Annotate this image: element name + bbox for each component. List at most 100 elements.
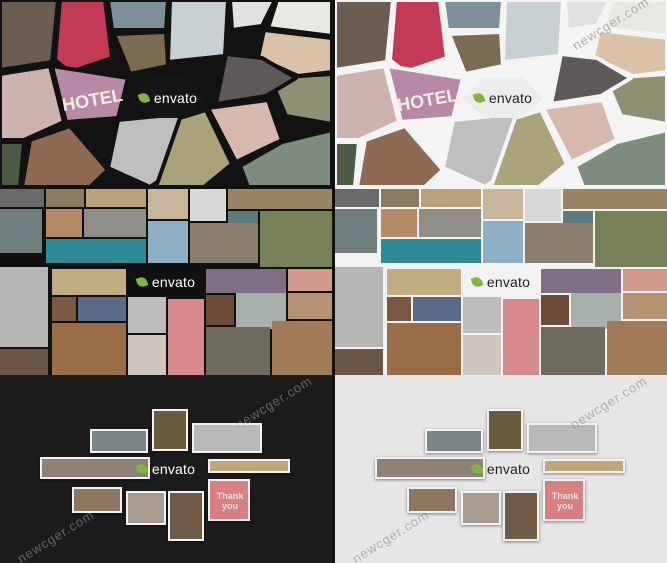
photo-tile bbox=[260, 211, 332, 267]
watermark: newcger.com bbox=[232, 375, 315, 433]
photo-tile bbox=[381, 209, 417, 237]
photo-tile bbox=[525, 223, 593, 263]
photo-tile bbox=[623, 269, 667, 291]
photo-tile bbox=[168, 299, 204, 375]
photo-tile bbox=[525, 189, 561, 221]
photo-tile bbox=[46, 189, 84, 207]
jacket-shard bbox=[53, 0, 114, 74]
photo-tile bbox=[206, 269, 286, 293]
photo-tile bbox=[90, 429, 148, 453]
preview-sheet: envato HOTEL envato HOTEL newcger.com en… bbox=[0, 0, 667, 563]
photo-tile bbox=[381, 239, 481, 263]
logo-text: envato bbox=[488, 90, 533, 106]
logo-text: envato bbox=[486, 274, 531, 290]
photo-tile bbox=[288, 269, 332, 291]
envato-logo: envato bbox=[128, 269, 204, 295]
photo-tile bbox=[527, 423, 597, 453]
photo-tile bbox=[190, 189, 226, 221]
camera-shard bbox=[335, 0, 395, 72]
road-shard bbox=[447, 30, 505, 76]
photo-tile bbox=[190, 223, 258, 263]
envato-logo: envato bbox=[465, 459, 537, 479]
photo-tile bbox=[52, 323, 126, 375]
photo-tile bbox=[52, 269, 126, 295]
photo-tile bbox=[463, 335, 501, 375]
photo-tile bbox=[335, 189, 379, 207]
photo-tile bbox=[543, 459, 625, 473]
photo-tile bbox=[0, 267, 48, 347]
leaf-icon bbox=[470, 462, 484, 476]
leaf-icon bbox=[135, 275, 149, 289]
photo-tile bbox=[228, 189, 332, 209]
shatter-panel-dark: envato HOTEL bbox=[0, 0, 332, 187]
photo-tile bbox=[72, 487, 122, 513]
envato-logo: envato bbox=[463, 269, 539, 295]
mosaic-panel-dark: envato bbox=[0, 187, 332, 375]
logo-text: envato bbox=[486, 461, 531, 477]
watermark: newcger.com bbox=[567, 375, 650, 433]
envato-logo: envato bbox=[130, 78, 206, 118]
photo-tile bbox=[483, 189, 523, 219]
photo-tile bbox=[487, 409, 523, 451]
photo-tile bbox=[623, 293, 667, 319]
mosaic-panel-light: envato bbox=[335, 187, 667, 375]
photo-tile bbox=[84, 209, 146, 237]
photo-tile bbox=[126, 491, 166, 525]
photo-tile bbox=[413, 297, 461, 321]
photo-tile bbox=[463, 297, 501, 333]
photo-tile bbox=[483, 221, 523, 263]
photo-tile bbox=[387, 269, 461, 295]
gondola-shard bbox=[501, 0, 565, 64]
jacket-shard bbox=[388, 0, 449, 74]
photo-tile bbox=[78, 297, 126, 321]
envato-logo: envato bbox=[130, 459, 202, 479]
photo-tile bbox=[148, 189, 188, 219]
gondola-shard bbox=[166, 0, 230, 64]
shatter-panel-light: envato HOTEL newcger.com bbox=[335, 0, 667, 187]
photo-tile bbox=[86, 189, 146, 207]
photo-tile bbox=[288, 293, 332, 319]
photo-tile bbox=[0, 209, 42, 253]
photo-tile bbox=[419, 209, 481, 237]
photo-tile bbox=[335, 349, 383, 375]
photo-tile bbox=[206, 295, 234, 325]
photo-tile bbox=[148, 221, 188, 263]
road-shard bbox=[112, 30, 170, 76]
floating-panel-dark: Thank you envato newcger.com newcger.com bbox=[0, 375, 332, 563]
leaf-icon bbox=[472, 91, 486, 105]
neon-sign-text: Thank you bbox=[216, 491, 244, 511]
photo-tile bbox=[387, 323, 461, 375]
photo-tile bbox=[541, 327, 605, 375]
photo-tile bbox=[387, 297, 411, 321]
logo-text: envato bbox=[151, 274, 196, 290]
leaf-icon bbox=[137, 91, 151, 105]
photo-tile bbox=[208, 459, 290, 473]
photo-tile bbox=[541, 295, 569, 325]
photo-tile bbox=[563, 189, 667, 209]
photo-tile bbox=[335, 267, 383, 347]
watermark: newcger.com bbox=[349, 506, 432, 563]
sea-shard bbox=[441, 0, 505, 32]
photo-tile bbox=[425, 429, 483, 453]
photo-tile bbox=[503, 491, 539, 541]
photo-tile bbox=[152, 409, 188, 451]
photo-tile bbox=[595, 211, 667, 267]
photo-tile bbox=[421, 189, 481, 207]
leaf-icon bbox=[470, 275, 484, 289]
logo-text: envato bbox=[153, 90, 198, 106]
leaf-icon bbox=[135, 462, 149, 476]
photo-tile bbox=[607, 321, 667, 375]
photo-tile bbox=[0, 189, 44, 207]
photo-tile bbox=[335, 209, 377, 253]
photo-tile bbox=[0, 349, 48, 375]
watermark: newcger.com bbox=[14, 506, 97, 563]
camera-shard bbox=[0, 0, 60, 72]
photo-tile bbox=[407, 487, 457, 513]
photo-tile bbox=[461, 491, 501, 525]
sea-shard bbox=[106, 0, 170, 32]
photo-tile bbox=[541, 269, 621, 293]
photo-tile bbox=[168, 491, 204, 541]
photo-tile bbox=[128, 335, 166, 375]
photo-tile bbox=[52, 297, 76, 321]
tree-shard bbox=[0, 140, 26, 187]
